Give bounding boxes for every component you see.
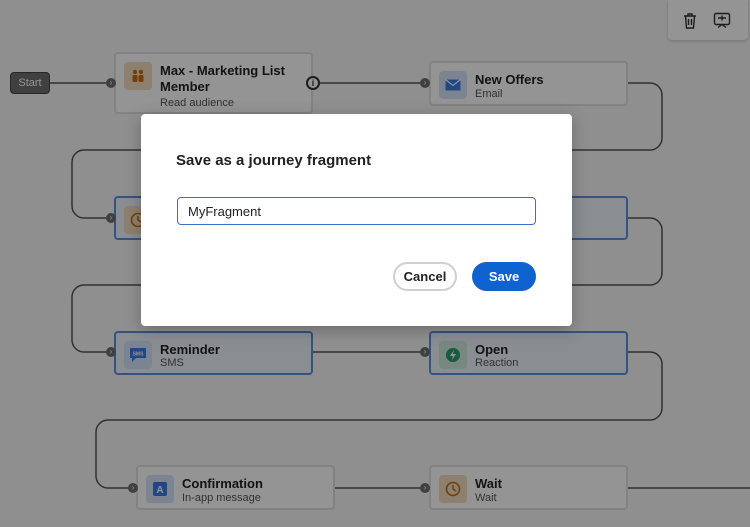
cancel-button[interactable]: Cancel: [393, 262, 457, 291]
dialog-title: Save as a journey fragment: [176, 152, 372, 169]
save-fragment-dialog: Save as a journey fragment Cancel Save: [141, 114, 572, 326]
save-button[interactable]: Save: [472, 262, 536, 291]
fragment-name-input[interactable]: [177, 197, 536, 225]
